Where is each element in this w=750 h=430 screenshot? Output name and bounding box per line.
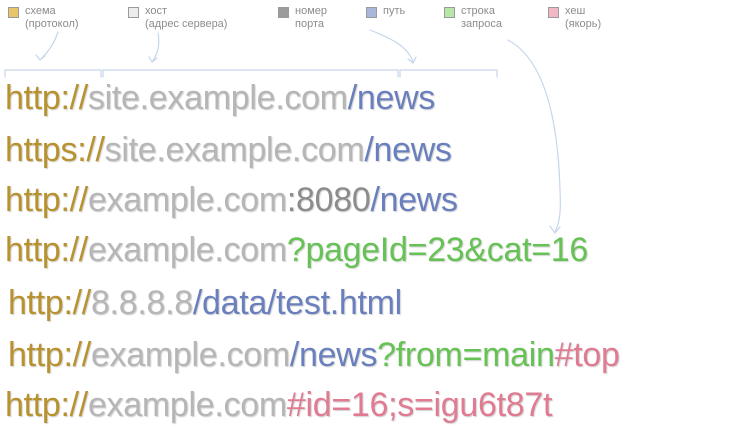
url-host-part: example.com xyxy=(87,231,287,269)
path-bracket xyxy=(399,69,498,78)
url-path-part: /news xyxy=(370,181,458,219)
hash-swatch xyxy=(548,7,559,18)
url-example: https://site.example.com/news xyxy=(5,130,452,170)
url-scheme-part: http:// xyxy=(5,386,88,424)
legend-label: номер xyxy=(295,5,327,17)
legend-item-path: путь xyxy=(366,5,405,18)
legend-sublabel: (протокол) xyxy=(25,18,79,30)
url-scheme-part: http:// xyxy=(5,231,88,269)
url-path-part: /news xyxy=(289,336,378,374)
url-hash-part: #id=16;s=igu6t87t xyxy=(286,386,553,424)
url-scheme-part: http:// xyxy=(5,79,88,117)
legend-label: строка xyxy=(461,5,495,17)
url-host-part: site.example.com xyxy=(104,131,365,169)
legend-sublabel: запроса xyxy=(461,18,502,30)
url-example: http://example.com#id=16;s=igu6t87t xyxy=(5,385,552,425)
legend-item-port: номер порта xyxy=(278,5,327,31)
url-host-part: 8.8.8.8 xyxy=(90,284,193,322)
legend-item-query: строка запроса xyxy=(444,5,502,31)
url-scheme-part: https:// xyxy=(5,131,105,169)
url-path-part: /news xyxy=(364,131,452,169)
url-example: http://8.8.8.8/data/test.html xyxy=(8,283,402,323)
url-scheme-part: http:// xyxy=(5,181,88,219)
query-swatch xyxy=(444,7,455,18)
legend-sublabel: порта xyxy=(295,18,324,30)
scheme-bracket xyxy=(4,69,102,78)
url-example: http://site.example.com/news xyxy=(5,78,435,118)
url-path-part: /news xyxy=(347,79,436,117)
scheme-swatch xyxy=(8,7,19,18)
url-port-part: :8080 xyxy=(286,181,371,219)
url-scheme-part: http:// xyxy=(8,284,91,322)
legend-label: путь xyxy=(383,5,406,17)
url-example: http://example.com/news?from=main#top xyxy=(8,335,620,375)
legend-label: схема xyxy=(25,5,56,17)
port-swatch xyxy=(278,7,289,18)
legend-item-host: хост (адрес сервера) xyxy=(128,5,227,31)
legend-item-scheme: схема (протокол) xyxy=(8,5,79,31)
url-query-part: ?from=main xyxy=(377,336,555,374)
url-host-part: example.com xyxy=(87,386,287,424)
url-scheme-part: http:// xyxy=(8,336,91,374)
legend-label: хеш xyxy=(565,5,586,17)
query-pointer xyxy=(507,39,561,234)
path-swatch xyxy=(366,7,377,18)
host-bracket xyxy=(102,69,399,78)
legend: схема (протокол) хост (адрес сервера) но… xyxy=(0,0,750,60)
url-path-part: /data/test.html xyxy=(192,284,402,322)
legend-label: хост xyxy=(145,5,168,17)
url-host-part: site.example.com xyxy=(87,79,348,117)
url-hash-part: #top xyxy=(554,336,620,374)
url-example: http://example.com?pageId=23&cat=16 xyxy=(5,230,588,270)
legend-sublabel: (адрес сервера) xyxy=(145,18,228,30)
legend-sublabel: (якорь) xyxy=(565,18,602,30)
url-host-part: example.com xyxy=(87,181,287,219)
url-host-part: example.com xyxy=(90,336,290,374)
url-example: http://example.com:8080/news xyxy=(5,180,458,220)
legend-item-hash: хеш (якорь) xyxy=(548,5,601,31)
host-swatch xyxy=(128,7,139,18)
url-query-part: ?pageId=23&cat=16 xyxy=(286,231,589,269)
